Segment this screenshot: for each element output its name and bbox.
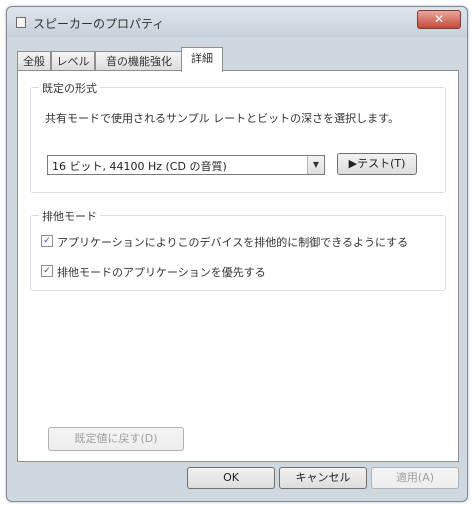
cancel-button-label: キャンセル bbox=[295, 471, 351, 484]
tab-general-label: 全般 bbox=[23, 55, 45, 68]
tab-advanced-label: 詳細 bbox=[191, 52, 213, 65]
apply-button[interactable]: 適用(A) bbox=[371, 467, 459, 489]
default-format-group: 既定の形式 共有モードで使用されるサンプル レートとビットの深さを選択します。 … bbox=[30, 80, 446, 193]
exclusive-mode-label: 排他モード bbox=[39, 208, 100, 224]
priority-exclusive-checkbox-row[interactable]: ✓ 排他モードのアプリケーションを優先する bbox=[41, 264, 431, 280]
tab-strip: 全般 レベル 音の機能強化 詳細 bbox=[17, 47, 457, 72]
tab-enhancements[interactable]: 音の機能強化 bbox=[95, 51, 183, 71]
tab-panel-advanced: 既定の形式 共有モードで使用されるサンプル レートとビットの深さを選択します。 … bbox=[17, 70, 459, 462]
close-button[interactable]: ✕ bbox=[417, 10, 461, 29]
priority-exclusive-checkbox[interactable]: ✓ bbox=[41, 265, 53, 277]
allow-exclusive-checkbox-row[interactable]: ✓ アプリケーションによりこのデバイスを排他的に制御できるようにする bbox=[41, 234, 431, 250]
allow-exclusive-label[interactable]: アプリケーションによりこのデバイスを排他的に制御できるようにする bbox=[57, 234, 408, 250]
exclusive-mode-group: 排他モード ✓ アプリケーションによりこのデバイスを排他的に制御できるようにする… bbox=[30, 208, 446, 291]
ok-button[interactable]: OK bbox=[187, 467, 275, 489]
tab-enhancements-label: 音の機能強化 bbox=[106, 55, 172, 68]
allow-exclusive-checkbox[interactable]: ✓ bbox=[41, 235, 53, 247]
ok-button-label: OK bbox=[223, 471, 239, 484]
sample-rate-select[interactable]: 16 ビット, 44100 Hz (CD の音質) ▼ bbox=[47, 155, 325, 175]
default-format-description: 共有モードで使用されるサンプル レートとビットの深さを選択します。 bbox=[45, 112, 400, 125]
chevron-down-icon[interactable]: ▼ bbox=[307, 156, 324, 174]
default-format-label: 既定の形式 bbox=[39, 80, 100, 96]
title-bar[interactable]: スピーカーのプロパティ ✕ bbox=[7, 7, 467, 37]
cancel-button[interactable]: キャンセル bbox=[279, 467, 367, 489]
tab-general[interactable]: 全般 bbox=[17, 51, 51, 71]
window-icon bbox=[16, 17, 26, 28]
tab-levels-label: レベル bbox=[56, 55, 90, 68]
properties-dialog: スピーカーのプロパティ ✕ 全般 レベル 音の機能強化 詳細 既定の形式 共有モ… bbox=[6, 6, 468, 502]
restore-defaults-label: 既定値に戻す(D) bbox=[74, 432, 158, 445]
tab-levels[interactable]: レベル bbox=[51, 51, 95, 71]
tab-advanced[interactable]: 詳細 bbox=[181, 47, 223, 72]
priority-exclusive-label[interactable]: 排他モードのアプリケーションを優先する bbox=[57, 264, 266, 280]
window-title: スピーカーのプロパティ bbox=[33, 17, 165, 31]
restore-defaults-button[interactable]: 既定値に戻す(D) bbox=[48, 427, 184, 451]
test-button-label: ▶テスト(T) bbox=[348, 157, 406, 170]
apply-button-label: 適用(A) bbox=[395, 471, 435, 484]
sample-rate-value: 16 ビット, 44100 Hz (CD の音質) bbox=[52, 160, 227, 173]
close-icon: ✕ bbox=[433, 12, 445, 26]
test-button[interactable]: ▶テスト(T) bbox=[337, 153, 417, 175]
